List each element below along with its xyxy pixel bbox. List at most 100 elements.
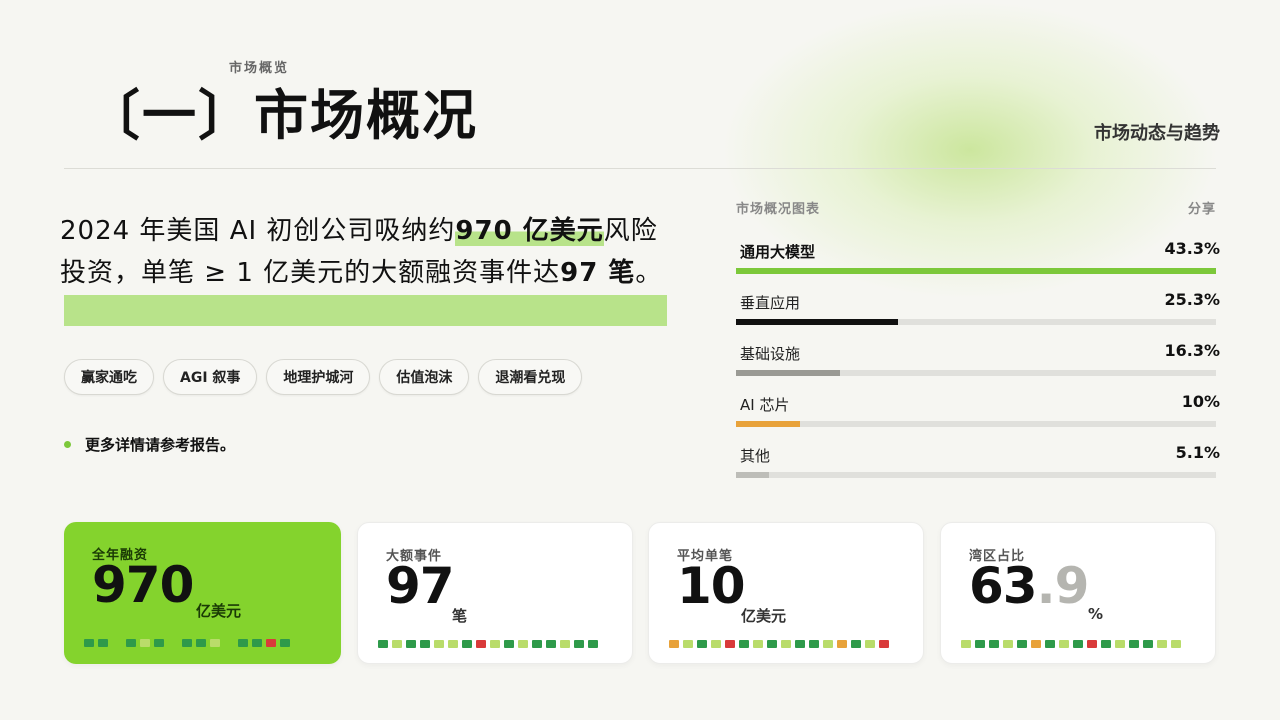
bar-value-label: 25.3%: [1164, 290, 1220, 309]
status-square: [532, 640, 542, 648]
status-squares: [84, 639, 290, 647]
tag-list: 赢家通吃 AGI 叙事 地理护城河 估值泡沫 退潮看兑现: [64, 359, 583, 395]
status-square: [753, 640, 763, 648]
market-chart-panel: 市场概况图表 分享 通用大模型 43.3% 垂直应用 25.3% 基础设施 16.3% AI…: [736, 198, 1220, 496]
bar-label: 基础设施: [740, 345, 801, 363]
share-link[interactable]: 分享: [1188, 198, 1216, 217]
status-square: [196, 639, 206, 647]
lead-text-1: 2024 年美国 AI 初创公司吸纳约: [60, 216, 456, 246]
bar-chart: 通用大模型 43.3% 垂直应用 25.3% 基础设施 16.3% AI 芯片 10% 其他 5.…: [736, 239, 1220, 496]
section-kicker: 市场概览: [229, 61, 290, 76]
bar-label: AI 芯片: [740, 396, 790, 414]
status-square: [1157, 640, 1167, 648]
stat-unit: 笔: [452, 607, 468, 625]
stat-value: 10: [677, 557, 746, 615]
status-square: [238, 639, 248, 647]
stat-decimal: .9: [1036, 557, 1090, 615]
stat-number: 63: [969, 557, 1038, 615]
status-square: [697, 640, 707, 648]
highlight-bar: [64, 295, 667, 326]
status-square: [1171, 640, 1181, 648]
panel-title: 市场概况图表: [736, 202, 821, 217]
status-square: [112, 639, 122, 647]
status-square: [546, 640, 556, 648]
lead-text-3: 。: [635, 258, 663, 288]
status-square: [1101, 640, 1111, 648]
page-subtitle: 市场动态与趋势: [1094, 123, 1220, 144]
page-title: 〔一〕市场概况: [86, 84, 478, 147]
status-square: [518, 640, 528, 648]
status-square: [865, 640, 875, 648]
stat-card-large-deals: 大额事件 97 笔: [357, 522, 633, 664]
status-square: [182, 639, 192, 647]
status-square: [669, 640, 679, 648]
status-square: [126, 639, 136, 647]
stat-unit: 亿美元: [741, 607, 787, 625]
status-square: [809, 640, 819, 648]
stat-number: 10: [677, 557, 746, 615]
status-square: [1059, 640, 1069, 648]
bar-row: 基础设施 16.3%: [736, 341, 1220, 394]
status-square: [683, 640, 693, 648]
stat-card-bay-area-share: 湾区占比 63.9 %: [940, 522, 1216, 664]
tag-valuation-bubble[interactable]: 估值泡沫: [379, 359, 470, 395]
stat-card-average-deal: 平均单笔 10 亿美元: [648, 522, 924, 664]
tag-winner-takes-all[interactable]: 赢家通吃: [64, 359, 154, 395]
bar-track: [736, 268, 1216, 274]
note-text: 更多详情请参考报告。: [85, 436, 236, 454]
status-squares: [378, 640, 598, 648]
status-square: [140, 639, 150, 647]
status-square: [168, 639, 178, 647]
status-square: [84, 639, 94, 647]
tag-agi-narrative[interactable]: AGI 叙事: [163, 359, 258, 395]
status-square: [781, 640, 791, 648]
status-square: [154, 639, 164, 647]
status-square: [392, 640, 402, 648]
status-square: [961, 640, 971, 648]
status-square: [406, 640, 416, 648]
status-square: [739, 640, 749, 648]
status-square: [1003, 640, 1013, 648]
tag-geographic-moat[interactable]: 地理护城河: [266, 359, 371, 395]
status-square: [711, 640, 721, 648]
bar-track: [736, 472, 1216, 478]
status-square: [588, 640, 598, 648]
note-item: 更多详情请参考报告。: [64, 434, 235, 455]
status-square: [224, 639, 234, 647]
status-squares: [669, 640, 889, 648]
status-square: [1087, 640, 1097, 648]
status-square: [448, 640, 458, 648]
status-squares: [961, 640, 1181, 648]
status-square: [879, 640, 889, 648]
bar-label: 垂直应用: [740, 294, 801, 312]
status-square: [823, 640, 833, 648]
stat-unit: %: [1088, 605, 1104, 623]
bar-value-label: 10%: [1181, 392, 1220, 411]
bar-label: 通用大模型: [740, 243, 816, 261]
status-square: [795, 640, 805, 648]
status-square: [560, 640, 570, 648]
lead-highlight-count: 97 笔: [560, 258, 636, 288]
lead-highlight-amount: 970 亿美元: [455, 216, 604, 246]
status-square: [1073, 640, 1083, 648]
stat-card-annual-funding: 全年融资 970 亿美元: [64, 522, 341, 664]
stat-number: 97: [386, 557, 455, 615]
status-square: [490, 640, 500, 648]
status-square: [280, 639, 290, 647]
bar-value-label: 43.3%: [1164, 239, 1220, 258]
status-square: [975, 640, 985, 648]
status-square: [504, 640, 514, 648]
status-square: [252, 639, 262, 647]
bar-row: 其他 5.1%: [736, 443, 1220, 496]
status-square: [1129, 640, 1139, 648]
stat-number: 970: [92, 556, 194, 614]
tag-ebb-realization[interactable]: 退潮看兑现: [478, 359, 583, 395]
stat-value: 970: [92, 556, 194, 614]
bar-label: 其他: [740, 447, 771, 465]
bar-row: AI 芯片 10%: [736, 392, 1220, 445]
bar-track: [736, 421, 1216, 427]
lead-paragraph: 2024 年美国 AI 初创公司吸纳约970 亿美元风险投资，单笔 ≥ 1 亿美…: [60, 210, 680, 294]
panel-header: 市场概况图表 分享: [736, 198, 1216, 217]
bar-value-label: 5.1%: [1175, 443, 1220, 462]
status-square: [210, 639, 220, 647]
